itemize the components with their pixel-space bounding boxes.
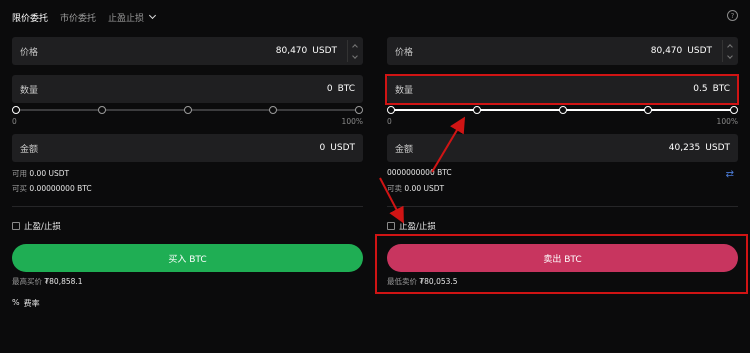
sell-price-label: 价格 bbox=[395, 47, 414, 58]
buy-can-buy: 可买 0.00000000 BTC bbox=[12, 183, 92, 194]
sell-can-sell-label: 可卖 bbox=[387, 184, 402, 193]
checkbox-icon[interactable] bbox=[387, 222, 395, 230]
buy-can-buy-label: 可买 bbox=[12, 184, 27, 193]
slider-stop-100[interactable] bbox=[355, 106, 363, 114]
stepper-up-icon[interactable] bbox=[723, 40, 736, 51]
sell-slider-max-label: 100% bbox=[716, 117, 738, 126]
stepper-down-icon[interactable] bbox=[723, 51, 736, 62]
slider-stop-50[interactable] bbox=[184, 106, 192, 114]
sell-quantity-value: 0.5 bbox=[693, 84, 708, 94]
slider-stop-75[interactable] bbox=[644, 106, 652, 114]
buy-quantity-label: 数量 bbox=[20, 85, 39, 96]
slider-stop-0[interactable] bbox=[12, 106, 20, 114]
sell-best-price-label: 最低卖价 bbox=[387, 277, 417, 286]
buy-price-label: 价格 bbox=[20, 47, 39, 58]
sell-available: 0000000000 BTC bbox=[387, 168, 452, 177]
buy-amount-value: 0 bbox=[319, 143, 326, 153]
buy-available-label: 可用 bbox=[12, 169, 27, 178]
buy-percent-slider[interactable] bbox=[12, 105, 363, 115]
sell-price-field[interactable]: 价格 80,470 USDT bbox=[387, 37, 738, 65]
buy-slider-max-label: 100% bbox=[341, 117, 363, 126]
stepper-up-icon[interactable] bbox=[348, 40, 361, 51]
slider-stop-25[interactable] bbox=[473, 106, 481, 114]
divider bbox=[12, 206, 363, 207]
sell-tpsl-checkbox[interactable]: 止盈/止损 bbox=[387, 220, 436, 232]
sell-best-price-value: ₮80,053.5 bbox=[419, 277, 458, 286]
sell-amount-field[interactable]: 金额 40,235 USDT bbox=[387, 134, 738, 162]
buy-price-value: 80,470 bbox=[275, 46, 308, 56]
sell-amount-label: 金额 bbox=[395, 144, 414, 155]
buy-amount-field[interactable]: 金额 0 USDT bbox=[12, 134, 363, 162]
sell-percent-slider[interactable] bbox=[387, 105, 738, 115]
fee-rate[interactable]: % 费率 bbox=[12, 298, 40, 309]
percent-icon: % bbox=[12, 298, 20, 307]
slider-handle[interactable] bbox=[730, 106, 738, 114]
buy-price-stepper[interactable] bbox=[347, 40, 361, 62]
sell-price-value: 80,470 bbox=[650, 46, 683, 56]
buy-amount-label: 金额 bbox=[20, 144, 39, 155]
buy-tpsl-checkbox[interactable]: 止盈/止损 bbox=[12, 220, 61, 232]
sell-can-sell-value: 0.00 USDT bbox=[404, 184, 445, 193]
sell-price-unit: USDT bbox=[687, 46, 712, 56]
buy-can-buy-value: 0.00000000 BTC bbox=[29, 184, 92, 193]
checkbox-icon[interactable] bbox=[12, 222, 20, 230]
sell-amount-unit: USDT bbox=[705, 143, 730, 153]
sell-can-sell: 可卖 0.00 USDT bbox=[387, 183, 444, 194]
buy-available: 可用 0.00 USDT bbox=[12, 168, 69, 179]
buy-button[interactable]: 买入 BTC bbox=[12, 244, 363, 272]
buy-best-price-value: ₮80,858.1 bbox=[44, 277, 83, 286]
sell-quantity-unit: BTC bbox=[712, 84, 730, 94]
swap-icon[interactable]: ⇄ bbox=[726, 169, 734, 180]
buy-price-unit: USDT bbox=[312, 46, 337, 56]
buy-best-price-label: 最高买价 bbox=[12, 277, 42, 286]
buy-available-value: 0.00 USDT bbox=[29, 169, 70, 178]
buy-amount-unit: USDT bbox=[330, 143, 355, 153]
sell-panel: 价格 80,470 USDT 数量 0.5 BTC 0 100% 金额 40,2… bbox=[387, 0, 738, 353]
sell-button[interactable]: 卖出 BTC bbox=[387, 244, 738, 272]
buy-price-field[interactable]: 价格 80,470 USDT bbox=[12, 37, 363, 65]
stepper-down-icon[interactable] bbox=[348, 51, 361, 62]
buy-quantity-field[interactable]: 数量 0 BTC bbox=[12, 75, 363, 103]
buy-quantity-value: 0 bbox=[326, 84, 333, 94]
fee-rate-label: 费率 bbox=[23, 299, 40, 308]
sell-price-stepper[interactable] bbox=[722, 40, 736, 62]
buy-slider-min-label: 0 bbox=[12, 117, 17, 126]
slider-stop-0[interactable] bbox=[387, 106, 395, 114]
sell-tpsl-label: 止盈/止损 bbox=[399, 222, 436, 232]
buy-best-price: 最高买价 ₮80,858.1 bbox=[12, 276, 83, 287]
slider-stop-75[interactable] bbox=[269, 106, 277, 114]
buy-tpsl-label: 止盈/止损 bbox=[24, 222, 61, 232]
sell-amount-value: 40,235 bbox=[668, 143, 701, 153]
sell-slider-min-label: 0 bbox=[387, 117, 392, 126]
sell-best-price: 最低卖价 ₮80,053.5 bbox=[387, 276, 458, 287]
divider bbox=[387, 206, 738, 207]
sell-available-value: 0000000000 BTC bbox=[387, 168, 452, 177]
slider-stop-50[interactable] bbox=[559, 106, 567, 114]
slider-stop-25[interactable] bbox=[98, 106, 106, 114]
sell-quantity-label: 数量 bbox=[395, 85, 414, 96]
buy-panel: 价格 80,470 USDT 数量 0 BTC 0 100% 金额 0 USDT… bbox=[12, 0, 363, 353]
sell-quantity-field[interactable]: 数量 0.5 BTC bbox=[387, 75, 738, 103]
buy-quantity-unit: BTC bbox=[337, 84, 355, 94]
